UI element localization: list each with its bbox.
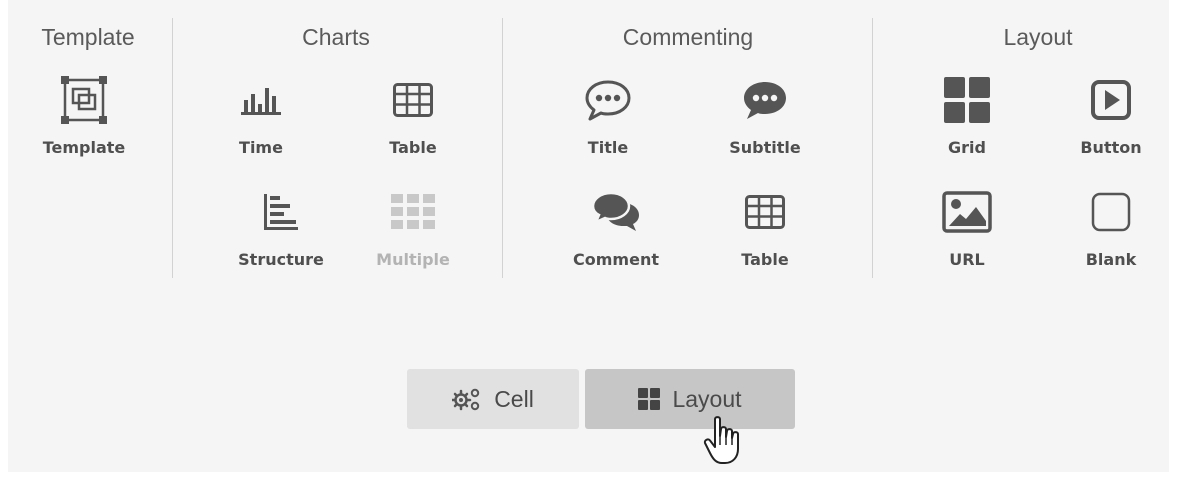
tool-label: Comment: [573, 250, 659, 269]
section-title-charts: Charts: [302, 24, 370, 50]
tool-label: Subtitle: [729, 138, 801, 157]
template-icon: [59, 74, 109, 126]
cell-tab-button[interactable]: Cell: [407, 369, 579, 429]
table-icon: [388, 74, 438, 126]
tool-title[interactable]: Title: [553, 74, 663, 174]
speech-bubble-filled-icon: [740, 74, 790, 126]
tool-multiple: Multiple: [358, 186, 468, 286]
tool-button[interactable]: Button: [1056, 74, 1166, 174]
tool-comment[interactable]: Comment: [561, 186, 671, 286]
tool-template[interactable]: Template: [29, 74, 139, 174]
tool-label: Template: [42, 138, 126, 157]
section-title-commenting: Commenting: [622, 24, 754, 50]
multiple-grid-icon: [388, 186, 438, 238]
tool-subtitle[interactable]: Subtitle: [710, 74, 820, 174]
tool-label: URL: [949, 250, 985, 269]
layout-tab-label: Layout: [672, 385, 742, 412]
divider: [502, 18, 503, 278]
horizontal-bar-chart-icon: [256, 186, 306, 238]
hand-cursor-icon: [703, 415, 745, 472]
divider: [172, 18, 173, 278]
grid-icon: [638, 388, 661, 410]
divider: [872, 18, 873, 278]
tool-label: Table: [389, 138, 437, 157]
tool-label: Title: [587, 138, 629, 157]
tool-blank[interactable]: Blank: [1056, 186, 1166, 286]
tool-label: Table: [741, 250, 789, 269]
tool-time[interactable]: Time: [206, 74, 316, 174]
tool-label: Structure: [238, 250, 324, 269]
tool-label: Blank: [1085, 250, 1137, 269]
grid-icon: [942, 74, 992, 126]
table-icon: [740, 186, 790, 238]
tool-charts-table[interactable]: Table: [358, 74, 468, 174]
section-title-template: Template: [41, 24, 135, 50]
section-title-layout: Layout: [1003, 24, 1073, 50]
tool-label: Grid: [948, 138, 986, 157]
tool-url[interactable]: URL: [912, 186, 1022, 286]
tool-grid[interactable]: Grid: [912, 74, 1022, 174]
gears-icon: [452, 387, 482, 411]
layout-tab-button[interactable]: Layout: [585, 369, 795, 429]
tool-label: Button: [1080, 138, 1142, 157]
cell-tab-label: Cell: [494, 385, 534, 412]
speech-bubble-outline-icon: [583, 74, 633, 126]
tool-commenting-table[interactable]: Table: [710, 186, 820, 286]
tool-label: Multiple: [376, 250, 450, 269]
comments-icon: [591, 186, 641, 238]
bar-chart-icon: [236, 74, 286, 126]
tool-structure[interactable]: Structure: [226, 186, 336, 286]
blank-square-icon: [1086, 186, 1136, 238]
image-icon: [942, 186, 992, 238]
play-button-icon: [1086, 74, 1136, 126]
tool-label: Time: [239, 138, 283, 157]
